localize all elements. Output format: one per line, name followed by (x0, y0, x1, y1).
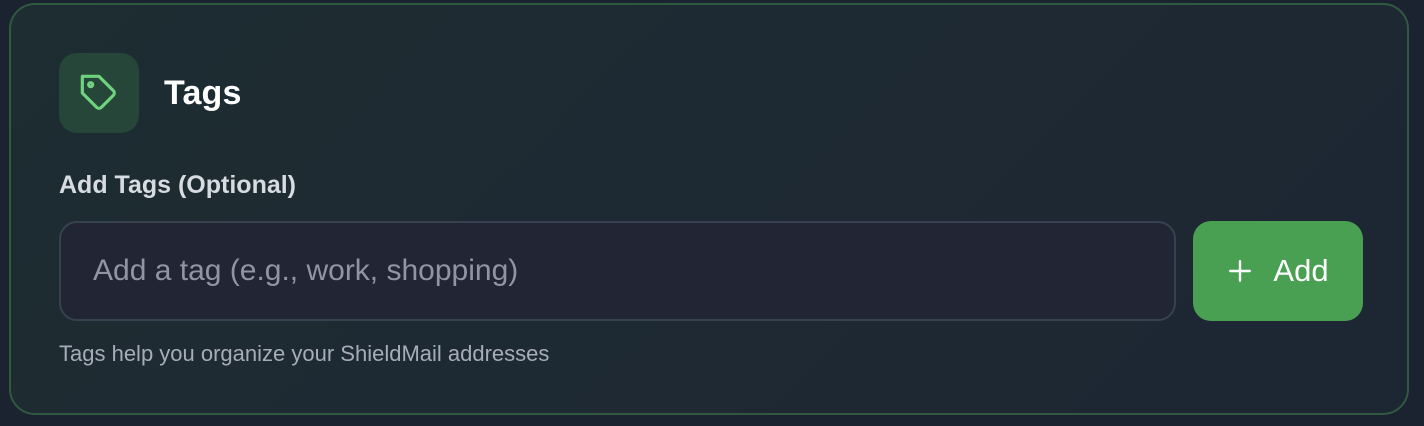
card-title: Tags (164, 73, 242, 112)
tag-icon (80, 74, 116, 110)
tags-card: Tags Add Tags (Optional) Add Tags help y… (9, 3, 1409, 415)
tag-icon-container (59, 53, 139, 133)
add-button-label: Add (1273, 253, 1329, 288)
tag-input[interactable] (59, 221, 1176, 321)
add-tag-button[interactable]: Add (1193, 221, 1363, 321)
plus-icon (1227, 258, 1253, 284)
help-text: Tags help you organize your ShieldMail a… (59, 341, 550, 366)
tag-input-row: Add (59, 221, 1364, 321)
card-header: Tags (59, 53, 242, 133)
add-tags-label: Add Tags (Optional) (59, 171, 297, 199)
